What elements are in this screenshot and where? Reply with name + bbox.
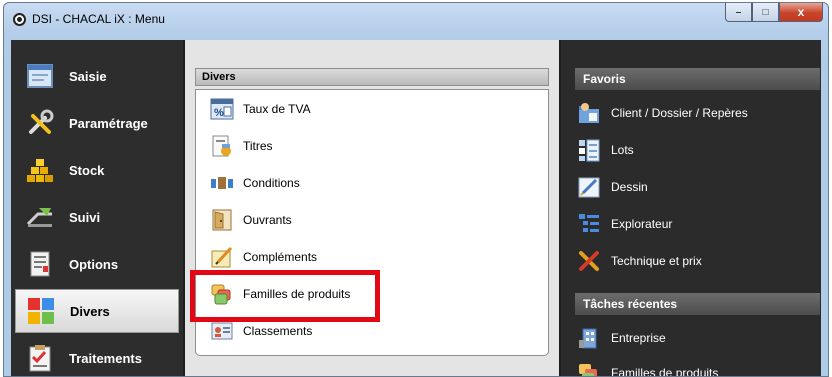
list-item-ouvrants[interactable]: Ouvrants [210,205,292,235]
conditions-icon [210,171,234,195]
window-controls: – □ x [725,3,823,23]
favorite-label: Explorateur [611,217,673,231]
recent-label: Familles de produits [611,366,719,377]
close-button[interactable]: x [779,3,823,22]
list-item-taux-de-tva[interactable]: % Taux de TVA [210,94,311,124]
clipboard-icon [25,343,55,373]
explorer-tree-icon [577,212,601,236]
favorite-label: Dessin [611,180,648,194]
nav-item-label: Options [69,256,119,272]
colored-squares-icon [26,296,56,326]
nav-item-label: Paramétrage [69,115,148,131]
app-window: DSI - CHACAL iX : Menu – □ x Saisie Para… [3,2,829,377]
divers-panel: Divers % Taux de TVA Titres Conditions O… [183,40,561,376]
building-icon [577,326,601,350]
nav-item-label: Traitements [69,350,142,366]
nav-item-label: Saisie [69,68,107,84]
client-area: Saisie Paramétrage Stock Suivi Options D… [11,40,821,376]
gold-bars-icon [25,155,55,185]
nav-item-suivi[interactable]: Suivi [15,195,179,239]
list-item-classements[interactable]: Classements [210,316,312,346]
product-families-icon [577,361,601,376]
tools-icon [25,108,55,138]
list-item-label: Compléments [243,250,318,264]
percent-icon: % [210,97,234,121]
nav-item-traitements[interactable]: Traitements [15,336,179,376]
list-item-label: Ouvrants [243,213,292,227]
nav-item-stock[interactable]: Stock [15,148,179,192]
right-panel: Favoris Client / Dossier / Repères Lots … [563,40,821,376]
door-icon [210,208,234,232]
window-title: DSI - CHACAL iX : Menu [32,12,165,26]
nav-item-divers[interactable]: Divers [15,289,179,333]
panel-header: Divers [195,68,549,86]
nav-item-options[interactable]: Options [15,242,179,286]
list-item-label: Titres [243,139,273,153]
nav-item-label: Stock [69,162,105,178]
title-document-icon [210,134,234,158]
recent-entreprise[interactable]: Entreprise [577,323,666,353]
drawing-icon [577,175,601,199]
title-bar[interactable]: DSI - CHACAL iX : Menu – □ x [4,3,828,40]
nav-item-label: Divers [70,303,110,319]
nav-item-saisie[interactable]: Saisie [15,54,179,98]
favorites-header: Favoris [575,68,820,90]
left-navigation: Saisie Paramétrage Stock Suivi Options D… [11,40,183,376]
form-window-icon [25,61,55,91]
maximize-button[interactable]: □ [752,3,779,22]
favorite-label: Client / Dossier / Repères [611,106,748,120]
favorite-lots[interactable]: Lots [577,135,634,165]
favorite-dessin[interactable]: Dessin [577,172,648,202]
list-item-complements[interactable]: Compléments [210,242,317,272]
list-item-label: Familles de produits [243,287,351,301]
app-logo-icon [13,13,26,26]
product-families-icon [210,282,234,306]
favorite-label: Technique et prix [611,254,702,268]
lots-grid-icon [577,138,601,162]
list-item-conditions[interactable]: Conditions [210,168,300,198]
id-card-icon [210,319,234,343]
client-folder-icon [577,101,601,125]
list-item-label: Conditions [243,176,300,190]
favorite-technique-et-prix[interactable]: Technique et prix [577,246,702,276]
favorite-label: Lots [611,143,634,157]
favorite-explorateur[interactable]: Explorateur [577,209,672,239]
nav-item-label: Suivi [69,209,101,225]
list-item-familles-de-produits[interactable]: Familles de produits [210,279,350,309]
nav-item-parametrage[interactable]: Paramétrage [15,101,179,145]
recent-label: Entreprise [611,331,666,345]
svg-text:%: % [214,107,224,119]
document-options-icon [25,249,55,279]
divers-list: % Taux de TVA Titres Conditions Ouvrants… [195,89,549,356]
pencil-note-icon [210,245,234,269]
recent-familles-de-produits[interactable]: Familles de produits [577,358,719,377]
favorite-client-dossier-reperes[interactable]: Client / Dossier / Repères [577,98,748,128]
list-item-label: Taux de TVA [243,102,311,116]
minimize-button[interactable]: – [725,3,752,22]
list-item-label: Classements [243,324,313,338]
tracking-icon [25,202,55,232]
tools-price-icon [577,249,601,273]
list-item-titres[interactable]: Titres [210,131,273,161]
recent-tasks-header: Tâches récentes [575,293,820,315]
